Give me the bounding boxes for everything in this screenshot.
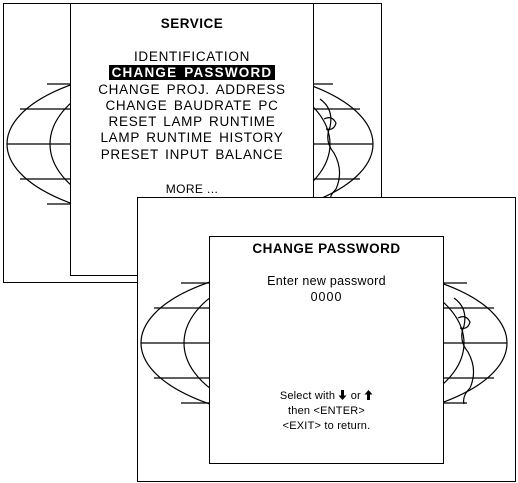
- menu-item-label: CHANGE PROJ. ADDRESS: [98, 81, 286, 97]
- password-prompt: Enter new password: [267, 274, 386, 288]
- menu-item-label: PRESET INPUT BALANCE: [100, 146, 284, 162]
- menu-item-reset-lamp-runtime[interactable]: RESET LAMP RUNTIME: [71, 114, 313, 130]
- menu-item-label: IDENTIFICATION: [133, 49, 251, 64]
- dialog-title: CHANGE PASSWORD: [252, 241, 401, 256]
- service-menu-title: SERVICE: [160, 16, 224, 31]
- help-select-prefix: Select with: [279, 390, 336, 402]
- help-confirm-line: then <ENTER>: [288, 405, 365, 417]
- menu-item-identification[interactable]: IDENTIFICATION: [71, 49, 313, 65]
- arrow-down-icon: [338, 390, 347, 400]
- more-menu-item[interactable]: MORE ...: [71, 182, 313, 196]
- menu-item-change-proj-address[interactable]: CHANGE PROJ. ADDRESS: [71, 82, 313, 98]
- menu-item-label: CHANGE PASSWORD: [108, 65, 276, 81]
- change-password-dialog: CHANGE PASSWORD Enter new password 0000 …: [209, 236, 444, 464]
- service-menu-list: IDENTIFICATION CHANGE PASSWORD CHANGE PROJ…: [71, 49, 313, 163]
- password-field[interactable]: 0000: [210, 289, 443, 305]
- menu-item-preset-input-balance[interactable]: PRESET INPUT BALANCE: [71, 147, 313, 163]
- change-password-screen: CHANGE PASSWORD Enter new password 0000 …: [137, 197, 516, 482]
- help-or-text: or: [350, 390, 361, 402]
- help-text: Select with or then <ENTER> <EXIT> to re…: [210, 389, 443, 434]
- menu-item-label: RESET LAMP RUNTIME: [108, 114, 276, 130]
- menu-item-lamp-runtime-history[interactable]: LAMP RUNTIME HISTORY: [71, 130, 313, 146]
- help-exit-line: <EXIT> to return.: [282, 420, 371, 432]
- arrow-up-icon: [364, 390, 373, 400]
- help-select-line: Select with or: [210, 389, 443, 404]
- menu-item-label: LAMP RUNTIME HISTORY: [100, 130, 284, 146]
- menu-item-label: CHANGE BAUDRATE PC: [105, 97, 279, 113]
- menu-item-change-password[interactable]: CHANGE PASSWORD: [71, 65, 313, 81]
- menu-item-change-baudrate-pc[interactable]: CHANGE BAUDRATE PC: [71, 98, 313, 114]
